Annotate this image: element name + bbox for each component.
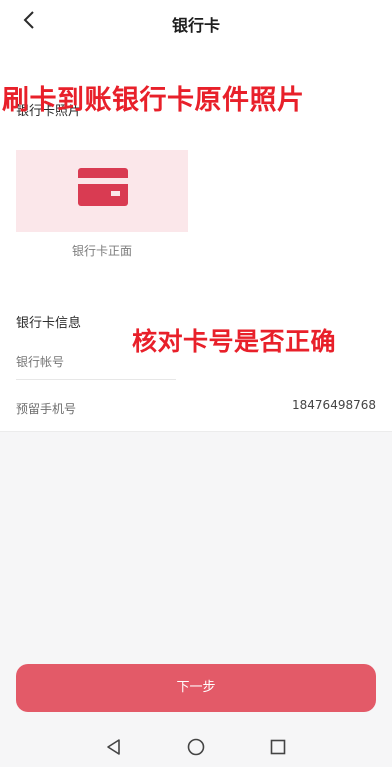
phone-row: 预留手机号 18476498768: [16, 398, 376, 420]
triangle-back-icon: [107, 739, 120, 755]
card-front-caption: 银行卡正面: [71, 244, 132, 258]
card-front-upload[interactable]: [16, 150, 188, 232]
nav-recent-button[interactable]: [268, 737, 288, 757]
square-recent-icon: [270, 739, 286, 755]
nav-back-button[interactable]: [104, 737, 124, 757]
system-nav-bar: [0, 727, 392, 767]
circle-home-icon: [187, 738, 205, 756]
next-button[interactable]: 下一步: [16, 664, 376, 712]
phone-value: 18476498768: [292, 398, 376, 412]
credit-card-icon: [78, 168, 128, 206]
phone-label: 预留手机号: [16, 402, 77, 416]
top-bar: 银行卡: [0, 0, 392, 44]
page-title: 银行卡: [171, 16, 220, 35]
nav-home-button[interactable]: [186, 737, 206, 757]
info-annotation: 核对卡号是否正确: [132, 327, 337, 356]
photo-annotation: 刷卡到账银行卡原件照片: [2, 85, 305, 116]
card-info-section-label: 银行卡信息: [16, 316, 82, 331]
